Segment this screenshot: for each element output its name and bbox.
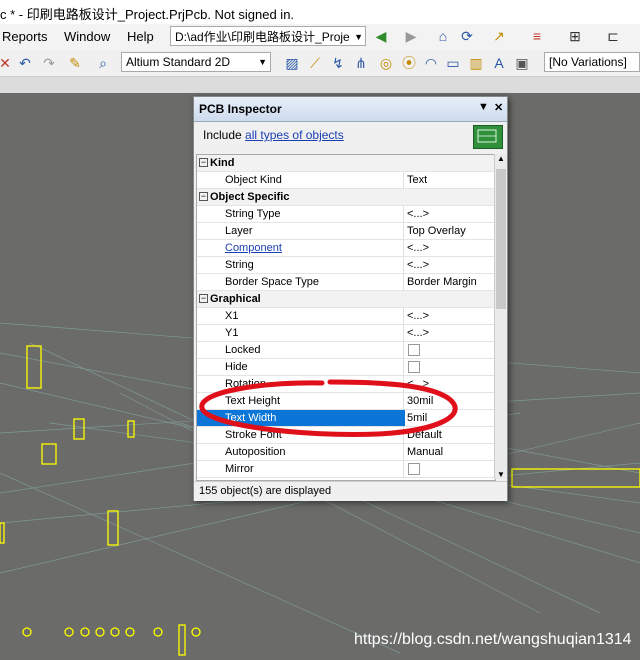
watermark-text: https://blog.csdn.net/wangshuqian1314 bbox=[354, 631, 632, 648]
annotation-overlay bbox=[199, 379, 458, 437]
red-annotation-ellipse bbox=[199, 379, 458, 437]
